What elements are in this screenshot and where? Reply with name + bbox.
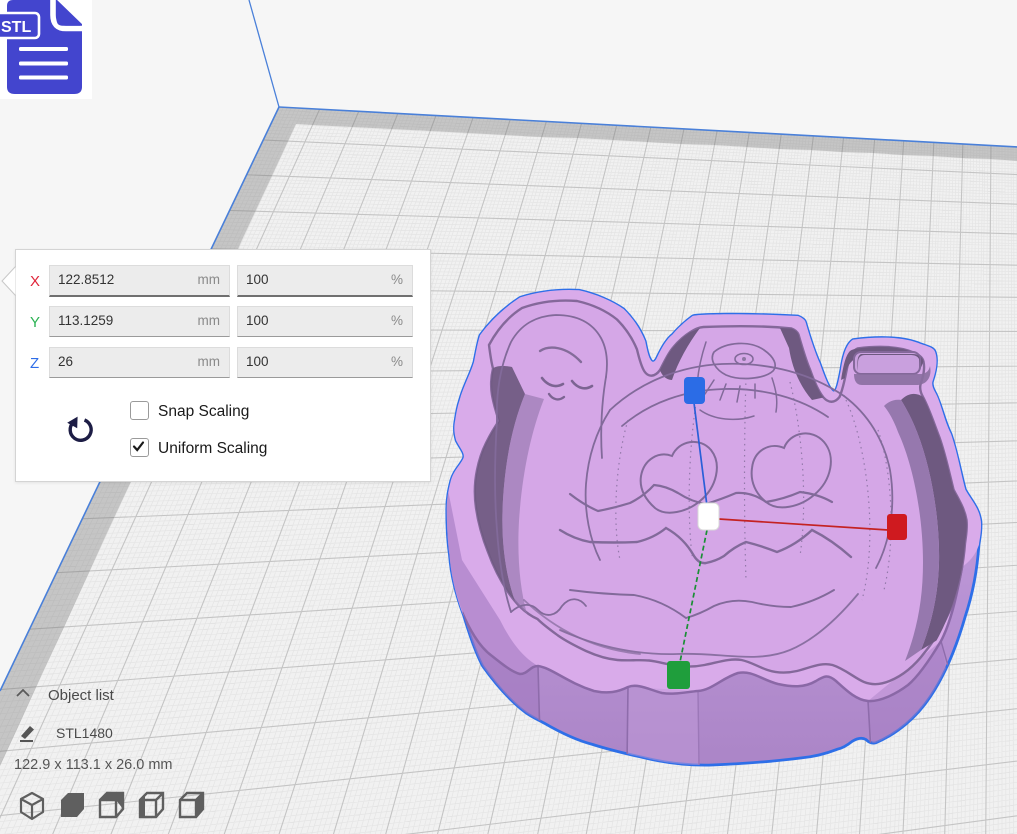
svg-text:STL: STL: [1, 19, 31, 36]
